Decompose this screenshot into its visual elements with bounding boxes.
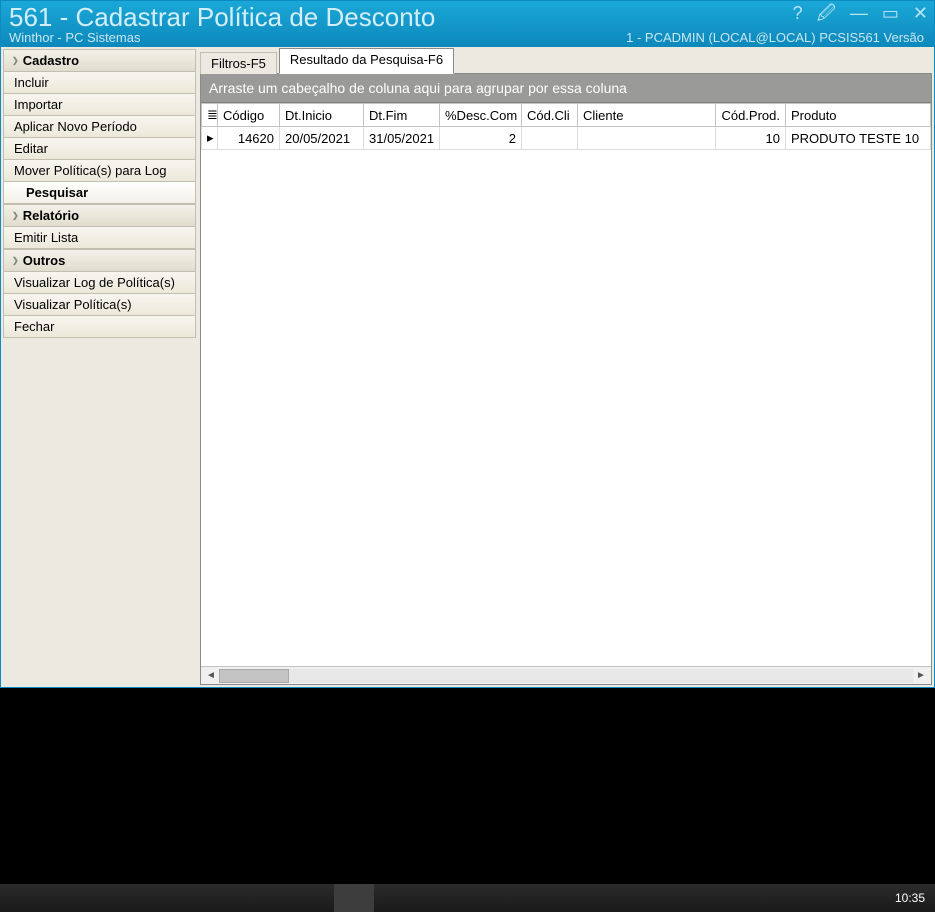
col-cliente[interactable]: Cliente: [578, 104, 716, 127]
scroll-track[interactable]: [219, 669, 913, 683]
cell-cod-cli: [522, 127, 578, 150]
subtitle-right: 1 - PCADMIN (LOCAL@LOCAL) PCSIS561 Versã…: [626, 30, 924, 45]
app-window: 561 - Cadastrar Política de Desconto Win…: [0, 0, 935, 688]
row-indicator-icon: ▸: [202, 127, 218, 150]
scroll-right-icon[interactable]: ►: [913, 670, 929, 681]
col-dt-inicio[interactable]: Dt.Inicio: [280, 104, 364, 127]
content-panel: Filtros-F5 Resultado da Pesquisa-F6 Arra…: [198, 47, 934, 687]
sidebar-header-relatorio[interactable]: ❯ Relatório: [3, 204, 196, 227]
sidebar-item-visualizar-log-politicas[interactable]: Visualizar Log de Política(s): [3, 271, 196, 294]
sidebar-item-editar[interactable]: Editar: [3, 137, 196, 160]
chevron-down-icon: ❯: [12, 56, 19, 65]
sidebar-item-importar[interactable]: Importar: [3, 93, 196, 116]
sidebar-item-aplicar-novo-periodo[interactable]: Aplicar Novo Período: [3, 115, 196, 138]
chevron-down-icon: ❯: [12, 256, 19, 265]
tabs: Filtros-F5 Resultado da Pesquisa-F6: [200, 49, 932, 73]
sidebar-header-cadastro[interactable]: ❯ Cadastro: [3, 49, 196, 72]
col-codigo[interactable]: Código: [218, 104, 280, 127]
row-menu-header[interactable]: ≣: [202, 104, 218, 127]
minimize-icon[interactable]: —: [850, 4, 868, 22]
taskbar-clock: 10:35: [895, 891, 925, 905]
window-title: 561 - Cadastrar Política de Desconto: [9, 4, 924, 30]
sidebar-item-mover-politicas-log[interactable]: Mover Política(s) para Log: [3, 159, 196, 182]
cell-cod-prod: 10: [716, 127, 786, 150]
group-by-bar[interactable]: Arraste um cabeçalho de coluna aqui para…: [201, 74, 931, 103]
results-table[interactable]: ≣ Código Dt.Inicio Dt.Fim %Desc.Com Cód.…: [201, 103, 931, 150]
cell-dt-inicio: 20/05/2021: [280, 127, 364, 150]
cell-dt-fim: 31/05/2021: [364, 127, 440, 150]
sidebar-item-emitir-lista[interactable]: Emitir Lista: [3, 226, 196, 249]
col-cod-prod[interactable]: Cód.Prod.: [716, 104, 786, 127]
taskbar[interactable]: 10:35: [0, 884, 935, 912]
scroll-thumb[interactable]: [219, 669, 289, 683]
sidebar-item-pesquisar[interactable]: Pesquisar: [3, 181, 196, 204]
help-icon[interactable]: ?: [793, 4, 803, 22]
scroll-left-icon[interactable]: ◄: [203, 670, 219, 681]
sidebar: ❯ Cadastro Incluir Importar Aplicar Novo…: [1, 47, 198, 687]
sidebar-item-visualizar-politicas[interactable]: Visualizar Política(s): [3, 293, 196, 316]
sidebar-header-outros[interactable]: ❯ Outros: [3, 249, 196, 272]
table-row[interactable]: ▸ 14620 20/05/2021 31/05/2021 2 10 PRODU…: [202, 127, 931, 150]
cell-codigo: 14620: [218, 127, 280, 150]
cell-produto: PRODUTO TESTE 10: [786, 127, 931, 150]
subtitle-left: Winthor - PC Sistemas: [9, 30, 140, 45]
tab-resultado[interactable]: Resultado da Pesquisa-F6: [279, 48, 454, 74]
sidebar-item-fechar[interactable]: Fechar: [3, 315, 196, 338]
results-grid: Arraste um cabeçalho de coluna aqui para…: [200, 73, 932, 685]
titlebar[interactable]: 561 - Cadastrar Política de Desconto Win…: [1, 1, 934, 47]
tab-filtros[interactable]: Filtros-F5: [200, 52, 277, 74]
chevron-down-icon: ❯: [12, 211, 19, 220]
pin-icon[interactable]: 🖉: [817, 4, 836, 22]
sidebar-item-incluir[interactable]: Incluir: [3, 71, 196, 94]
maximize-icon[interactable]: ▭: [882, 4, 899, 22]
col-produto[interactable]: Produto: [786, 104, 931, 127]
horizontal-scrollbar[interactable]: ◄ ►: [201, 666, 931, 684]
cell-desc-com: 2: [440, 127, 522, 150]
taskbar-active-app[interactable]: [334, 884, 374, 912]
col-cod-cli[interactable]: Cód.Cli: [522, 104, 578, 127]
col-dt-fim[interactable]: Dt.Fim: [364, 104, 440, 127]
col-desc-com[interactable]: %Desc.Com: [440, 104, 522, 127]
cell-cliente: [578, 127, 716, 150]
close-icon[interactable]: ✕: [913, 4, 928, 22]
